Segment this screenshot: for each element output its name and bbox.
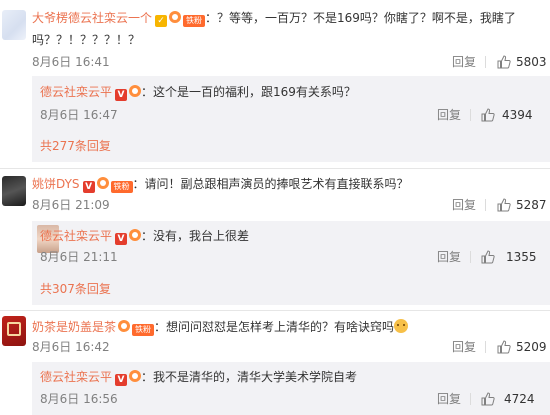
reply-button[interactable]: 回复 xyxy=(437,391,461,407)
like-count: 4724 xyxy=(504,392,535,406)
divider xyxy=(485,56,486,68)
comment-text-line1: 大爷楞德云社栾云一个 ✓ 铁粉 ：？等等，一百万？不是169吗？你瞎了？啊不是，我瞎了 xyxy=(32,9,516,27)
divider xyxy=(0,168,550,169)
fan-badge-icon xyxy=(129,370,142,382)
vip-badge-icon: ✓ xyxy=(155,15,168,27)
comment-date: 8月6日 16:41 xyxy=(32,55,110,69)
reply-button[interactable]: 回复 xyxy=(452,339,476,355)
comment-username[interactable]: 姚饼DYS xyxy=(32,177,80,191)
reply-button[interactable]: 回复 xyxy=(437,107,461,123)
reply-text-line: 德云社栾云平 V ：这个是一百的福利，跟169有关系吗？ xyxy=(40,83,356,101)
reply-button[interactable]: 回复 xyxy=(452,197,476,213)
thumbs-up-icon[interactable] xyxy=(497,198,511,212)
like-count: 4394 xyxy=(502,108,533,122)
like-count: 5209 xyxy=(516,340,547,354)
divider xyxy=(470,251,471,263)
reply-text-line: 德云社栾云平 V ：我不是清华的，清华大学美术学院自考 xyxy=(40,368,357,386)
reply-date: 8月6日 16:47 xyxy=(40,108,118,122)
avatar[interactable] xyxy=(2,176,26,206)
comment-text-line: 奶茶是奶盖是茶 铁粉 ：想问问怼怼是怎样考上清华的？有啥诀窍吗 xyxy=(32,318,409,336)
avatar[interactable] xyxy=(2,316,26,346)
reply-text: ：这个是一百的福利，跟169有关系吗？ xyxy=(141,85,356,99)
vip-badge-icon: V xyxy=(82,181,95,193)
thumbs-up-icon[interactable] xyxy=(481,392,495,406)
comment-text-line: 姚饼DYS V 铁粉 ：请问！副总跟相声演员的捧哏艺术有直接联系吗？ xyxy=(32,175,409,193)
fan-badge-icon xyxy=(118,320,131,332)
comment-username[interactable]: 奶茶是奶盖是茶 xyxy=(32,320,116,334)
reply-box: 德云社栾云平 V ：我不是清华的，清华大学美术学院自考 8月6日 16:56 回复 … xyxy=(32,362,550,415)
fan-badge-icon xyxy=(129,229,142,241)
fan-badge-icon xyxy=(129,85,142,97)
comment-text: ：想问问怼怼是怎样考上清华的？有啥诀窍吗 xyxy=(154,320,395,334)
comment-date: 8月6日 16:42 xyxy=(32,340,110,354)
level-badge: 铁粉 xyxy=(132,324,155,336)
comment-date: 8月6日 21:09 xyxy=(32,198,110,212)
vip-badge-icon: V xyxy=(115,89,128,101)
reply-username[interactable]: 德云社栾云平 xyxy=(40,85,112,99)
comment-text: ：？等等，一百万？不是169吗？你瞎了？啊不是，我瞎了 xyxy=(205,11,516,25)
fan-badge-icon xyxy=(169,11,182,23)
divider xyxy=(485,341,486,353)
level-badge: 铁粉 xyxy=(110,181,133,193)
reply-text: ：没有，我台上很差 xyxy=(141,229,250,243)
thumbs-up-icon[interactable] xyxy=(481,250,495,264)
reply-username[interactable]: 德云社栾云平 xyxy=(40,229,112,243)
reply-button[interactable]: 回复 xyxy=(437,249,461,265)
reply-box: 德云社栾云平 V ：没有，我台上很差 8月6日 21:11 回复 1355 共307… xyxy=(32,221,550,305)
comment-text-continued: 吗？？！？？？！？ xyxy=(32,33,141,47)
reply-box: 德云社栾云平 V ：这个是一百的福利，跟169有关系吗？ 8月6日 16:47 回复… xyxy=(32,76,550,162)
thumbs-up-icon[interactable] xyxy=(497,340,511,354)
level-badge: 铁粉 xyxy=(183,15,206,27)
divider xyxy=(470,109,471,121)
like-count: 1355 xyxy=(506,250,537,264)
emoji-icon xyxy=(394,319,409,333)
more-replies-link[interactable]: 共277条回复 xyxy=(40,138,111,154)
divider xyxy=(470,393,471,405)
thumbs-up-icon[interactable] xyxy=(481,108,495,122)
reply-date: 8月6日 16:56 xyxy=(40,392,118,406)
reply-username[interactable]: 德云社栾云平 xyxy=(40,370,112,384)
thumbs-up-icon[interactable] xyxy=(497,55,511,69)
vip-badge-icon: V xyxy=(115,374,128,386)
reply-text-line: 德云社栾云平 V ：没有，我台上很差 xyxy=(40,227,249,245)
vip-badge-icon: V xyxy=(115,233,128,245)
fan-badge-icon xyxy=(96,177,109,189)
divider xyxy=(0,310,550,311)
divider xyxy=(485,199,486,211)
like-count: 5803 xyxy=(516,55,547,69)
reply-text: ：我不是清华的，清华大学美术学院自考 xyxy=(141,370,358,384)
comment-username[interactable]: 大爷楞德云社栾云一个 xyxy=(32,11,152,25)
more-replies-link[interactable]: 共307条回复 xyxy=(40,281,111,297)
reply-date: 8月6日 21:11 xyxy=(40,250,118,264)
comment-text: ：请问！副总跟相声演员的捧哏艺术有直接联系吗？ xyxy=(132,177,409,191)
avatar[interactable] xyxy=(2,10,26,40)
reply-button[interactable]: 回复 xyxy=(452,54,476,70)
comment-text-line2: 吗？？！？？？！？ xyxy=(32,31,140,49)
like-count: 5287 xyxy=(516,198,547,212)
